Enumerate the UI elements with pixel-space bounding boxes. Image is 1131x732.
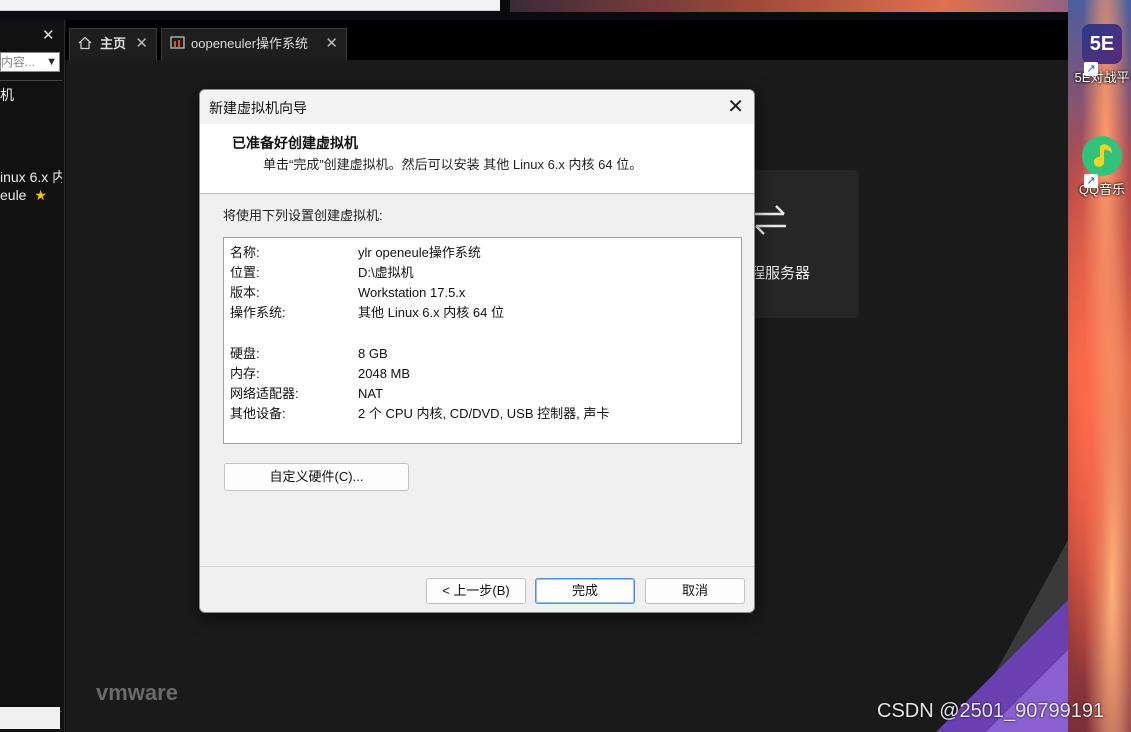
library-panel: ✕ 内容... ▼ 机 inux 6.x 内 eule ★ [0,20,65,732]
5e-platform-icon: 5E [1082,24,1122,64]
setting-row-version: 版本: Workstation 17.5.x [230,285,466,300]
desktop-wallpaper [1068,0,1131,732]
new-vm-wizard-dialog: 新建虚拟机向导 ✕ 已准备好创建虚拟机 单击“完成”创建虚拟机。然后可以安装 其… [199,89,755,613]
setting-row-disk: 硬盘: 8 GB [230,346,388,361]
csdn-watermark: CSDN @2501_90799191 [877,700,1105,722]
dialog-footer-divider [200,566,754,567]
back-button[interactable]: < 上一步(B) [426,578,526,604]
library-close-icon[interactable]: ✕ [42,26,55,44]
cancel-button[interactable]: 取消 [645,578,745,604]
library-tree-item[interactable]: inux 6.x 内 [0,167,62,187]
tab-label: oopeneuler操作系统 [191,36,309,51]
shortcut-arrow-icon: ↗ [1084,174,1098,188]
library-tree-item-label: eule [0,187,27,203]
close-tab-icon[interactable]: ✕ [135,29,148,59]
vm-icon [170,29,186,59]
tab-bar: 主页 ✕ oopeneuler操作系统 ✕ [66,20,1068,60]
remote-server-label: 程服务器 [750,265,811,282]
setting-row-devices: 其他设备: 2 个 CPU 内核, CD/DVD, USB 控制器, 声卡 [230,406,610,421]
library-tree: 机 inux 6.x 内 eule ★ [0,80,62,712]
settings-intro: 将使用下列设置创建虚拟机: [223,208,383,223]
setting-row-memory: 内存: 2048 MB [230,366,411,381]
qq-music-icon [1082,136,1122,176]
library-search-input[interactable]: 内容... ▼ [0,52,60,72]
tab-home[interactable]: 主页 ✕ [69,28,157,60]
library-tree-item[interactable]: 机 [0,85,62,105]
background-window-edge [0,0,500,11]
desktop-icon-qqmusic[interactable]: QQ音乐 [1072,136,1131,198]
home-icon [78,29,92,59]
dialog-header-title: 已准备好创建虚拟机 [232,135,358,151]
dialog-title: 新建虚拟机向导 [209,100,307,116]
favorite-star-icon: ★ [34,187,47,203]
library-scrollbar[interactable] [0,707,60,729]
library-search-placeholder: 内容... [1,55,36,69]
setting-row-os: 操作系统: 其他 Linux 6.x 内核 64 位 [230,305,504,320]
desktop-icon-label: 5E对战平 [1074,70,1130,85]
transfer-arrows-icon [750,200,790,245]
dropdown-arrow-icon[interactable]: ▼ [46,53,57,71]
customize-hardware-button[interactable]: 自定义硬件(C)... [224,463,409,491]
close-tab-icon[interactable]: ✕ [325,29,338,59]
setting-row-network: 网络适配器: NAT [230,386,384,401]
tab-vm[interactable]: oopeneuler操作系统 ✕ [161,28,347,60]
dialog-header-subtitle: 单击“完成”创建虚拟机。然后可以安装 其他 Linux 6.x 内核 64 位。 [263,157,643,172]
dialog-header: 已准备好创建虚拟机 单击“完成”创建虚拟机。然后可以安装 其他 Linux 6.… [200,124,754,194]
desktop-icon-label: QQ音乐 [1078,182,1126,197]
setting-row-location: 位置: D:\虚拟机 [230,265,414,280]
dialog-close-icon[interactable]: ✕ [727,94,744,119]
dialog-titlebar: 新建虚拟机向导 ✕ [200,90,754,124]
desktop-wallpaper-strip [510,0,1131,12]
library-tree-item-vm[interactable]: eule ★ [0,187,62,204]
shortcut-arrow-icon: ↗ [1084,62,1098,76]
desktop-icon-5e[interactable]: 5E 5E对战平 [1072,24,1131,86]
finish-button[interactable]: 完成 [535,578,635,604]
vmware-logo: vmware [96,680,178,705]
tab-label: 主页 [100,36,127,51]
setting-row-name: 名称: ylr openeule操作系统 [230,245,481,260]
settings-summary: 名称: ylr openeule操作系统 位置: D:\虚拟机 版本: Worksta… [223,237,742,444]
